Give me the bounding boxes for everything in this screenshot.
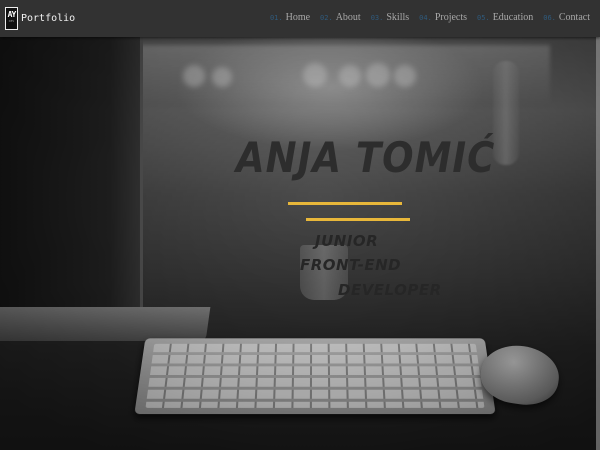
- nav-label: Projects: [434, 12, 468, 23]
- accent-line-top: [288, 202, 402, 205]
- logo-tag: DEV: [8, 19, 15, 23]
- nav-item-home[interactable]: 01. Home: [270, 12, 310, 23]
- nav-label: About: [335, 12, 361, 23]
- nav-item-projects[interactable]: 04. Projects: [419, 12, 467, 23]
- nav-item-contact[interactable]: 06. Contact: [543, 12, 590, 23]
- nav-label: Education: [492, 12, 534, 23]
- brand-name[interactable]: Portfolio: [21, 13, 75, 24]
- background-vignette: [0, 37, 600, 450]
- nav-label: Skills: [386, 12, 410, 23]
- nav-number: 06.: [543, 14, 556, 22]
- nav-number: 05.: [477, 14, 490, 22]
- navbar: AY DEV Portfolio 01. Home 02. About 03. Ski…: [0, 0, 600, 37]
- logo-icon[interactable]: AY DEV: [5, 7, 18, 30]
- nav-item-about[interactable]: 02. About: [320, 12, 361, 23]
- nav-number: 02.: [320, 14, 333, 22]
- hero-role-line-3: DEVELOPER: [338, 281, 442, 299]
- hero-role-line-1: JUNIOR: [315, 232, 379, 250]
- nav-label: Contact: [558, 12, 590, 23]
- nav-number: 04.: [419, 14, 432, 22]
- nav-label: Home: [285, 12, 311, 23]
- hero-role-line-2: FRONT-END: [300, 256, 402, 274]
- nav-number: 03.: [370, 14, 384, 22]
- logo-mark: AY: [7, 10, 17, 19]
- nav-menu: 01. Home 02. About 03. Skills 04. Projects 0…: [260, 12, 590, 23]
- page-scrollbar[interactable]: [596, 37, 600, 450]
- hero-section: ANJA TOMIĆ JUNIOR FRONT-END DEVELOPER: [0, 37, 600, 450]
- brand[interactable]: AY DEV Portfolio: [5, 7, 75, 30]
- accent-line-bottom: [306, 218, 410, 221]
- hero-name: ANJA TOMIĆ: [236, 134, 496, 183]
- nav-item-skills[interactable]: 03. Skills: [371, 12, 409, 23]
- nav-number: 01.: [269, 14, 283, 22]
- nav-item-education[interactable]: 05. Education: [477, 12, 533, 23]
